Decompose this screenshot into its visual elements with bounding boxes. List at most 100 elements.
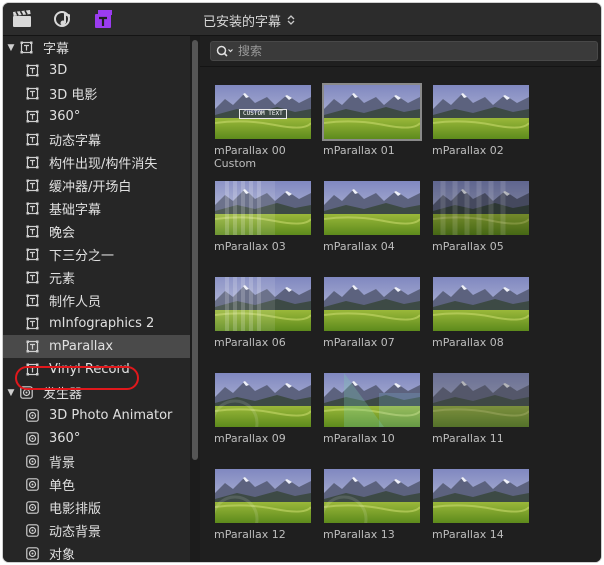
effect-name: mParallax 00 [214,144,286,157]
effect-thumbnail[interactable] [322,371,422,429]
sidebar-item[interactable]: 背景 [3,450,190,473]
clapperboard-icon[interactable] [11,9,33,29]
sidebar-item[interactable]: 基础字幕 [3,197,190,220]
sidebar-group-1[interactable]: ▼ 发生器 [3,381,190,404]
disclosure-triangle-icon[interactable]: ▼ [5,43,17,53]
effect-thumbnail[interactable] [213,371,313,429]
sidebar-item-label: 下三分之一 [49,249,115,264]
sidebar-item[interactable]: 制作人员 [3,289,190,312]
effect-tile[interactable]: mParallax 08 [431,275,531,349]
effect-thumbnail[interactable] [322,275,422,333]
effect-name: mParallax 12 [214,528,286,541]
title-item-icon [25,133,39,147]
effect-thumbnail[interactable] [213,179,313,237]
effect-tile[interactable]: mParallax 01 [322,83,422,157]
sidebar-item[interactable]: 360° [3,105,190,128]
effect-thumbnail[interactable] [322,179,422,237]
sidebar-item-label: 构件出现/构件消失 [49,157,158,172]
custom-text-overlay: CUSTOM TEXT [239,109,287,119]
library-title-dropdown[interactable]: 已安装的字幕 [203,11,295,30]
effect-thumbnail[interactable] [431,275,531,333]
sidebar-scrollbar[interactable] [190,36,200,562]
sidebar-item[interactable]: mInfographics 2 [3,312,190,335]
effect-thumbnail[interactable] [431,467,531,525]
effect-thumbnail[interactable] [213,467,313,525]
sidebar-item-label: 基础字幕 [49,203,102,218]
sidebar-item[interactable]: 晚会 [3,220,190,243]
sidebar-item[interactable]: 下三分之一 [3,243,190,266]
sidebar-item[interactable]: 构件出现/构件消失 [3,151,190,174]
sidebar-item-label: 动态字幕 [49,134,102,149]
title-item-icon [25,156,39,170]
sidebar-item-label: 3D 电影 [49,88,98,103]
sidebar-item-label: 缓冲器/开场白 [49,180,132,195]
sidebar-item[interactable]: 元素 [3,266,190,289]
sidebar-item[interactable]: 电影排版 [3,496,190,519]
sidebar-item[interactable]: 3D 电影 [3,82,190,105]
generator-item-icon [25,524,39,538]
effect-tile[interactable]: mParallax 13 [322,467,422,541]
music-icon[interactable] [53,9,75,29]
sidebar-item[interactable]: 缓冲器/开场白 [3,174,190,197]
effect-tile[interactable]: mParallax 02 [431,83,531,157]
sidebar-item[interactable]: 360° [3,427,190,450]
titles-icon[interactable] [93,9,115,29]
effect-tile[interactable]: mParallax 05 [431,179,531,253]
effect-thumbnail[interactable] [213,275,313,333]
effect-name: mParallax 08 [432,336,504,349]
sidebar-item[interactable]: 3D [3,59,190,82]
sidebar-item[interactable]: mParallax [3,335,190,358]
sidebar-group-label: 字幕 [43,42,70,57]
sidebar-item-label: 动态背景 [49,525,102,540]
sidebar-item-label: mParallax [49,339,114,354]
title-item-icon [25,248,39,262]
effect-name: mParallax 10 [323,432,395,445]
title-item-icon [25,64,39,78]
title-item-icon [25,179,39,193]
search-input[interactable] [238,44,578,58]
sidebar-item[interactable]: 动态背景 [3,519,190,542]
sidebar-group-0[interactable]: ▼ 字幕 [3,36,190,59]
search-field[interactable] [210,41,598,61]
effect-tile[interactable]: mParallax 10 [322,371,422,445]
effect-tile[interactable]: mParallax 11 [431,371,531,445]
sidebar-item-label: 360° [49,109,81,124]
titles-category-icon [19,41,33,55]
effect-thumbnail[interactable] [431,179,531,237]
title-item-icon [25,110,39,124]
effect-tile[interactable]: mParallax 07 [322,275,422,349]
effect-tile[interactable]: mParallax 14 [431,467,531,541]
effect-thumbnail[interactable] [431,83,531,141]
effect-tile[interactable]: mParallax 06 [213,275,313,349]
sidebar-item[interactable]: Vinyl Record [3,358,190,381]
effect-tile[interactable]: mParallax 04 [322,179,422,253]
effect-name: mParallax 03 [214,240,286,253]
effect-tile[interactable]: mParallax 12 [213,467,313,541]
effect-thumbnail[interactable] [322,467,422,525]
thumbnail-grid: CUSTOM TEXT mParallax 00 Custom mParallax 0… [200,66,601,562]
sidebar-scrollbar-thumb[interactable] [192,40,198,460]
effect-thumbnail[interactable] [322,83,422,141]
disclosure-triangle-icon[interactable]: ▼ [5,388,17,398]
sidebar-item[interactable]: 3D Photo Animator [3,404,190,427]
title-item-icon [25,363,39,377]
sidebar-item[interactable]: 单色 [3,473,190,496]
effect-thumbnail[interactable]: CUSTOM TEXT [213,83,313,141]
search-icon[interactable] [216,45,234,57]
effect-tile[interactable]: mParallax 03 [213,179,313,253]
generator-item-icon [25,501,39,515]
sidebar-item[interactable]: 动态字幕 [3,128,190,151]
effect-name: mParallax 06 [214,336,286,349]
effect-name: mParallax 11 [432,432,504,445]
sidebar-item-label: 背景 [49,456,76,471]
effect-name: mParallax 01 [323,144,395,157]
effect-thumbnail[interactable] [431,371,531,429]
effect-tile[interactable]: CUSTOM TEXT mParallax 00 Custom [213,83,313,170]
generator-category-icon [19,386,33,400]
sidebar-item-label: 晚会 [49,226,76,241]
effect-tile[interactable]: mParallax 09 [213,371,313,445]
effect-sublabel: Custom [214,157,257,170]
effect-name: mParallax 07 [323,336,395,349]
sidebar-item-label: 单色 [49,479,76,494]
sidebar-item[interactable]: 对象 [3,542,190,562]
